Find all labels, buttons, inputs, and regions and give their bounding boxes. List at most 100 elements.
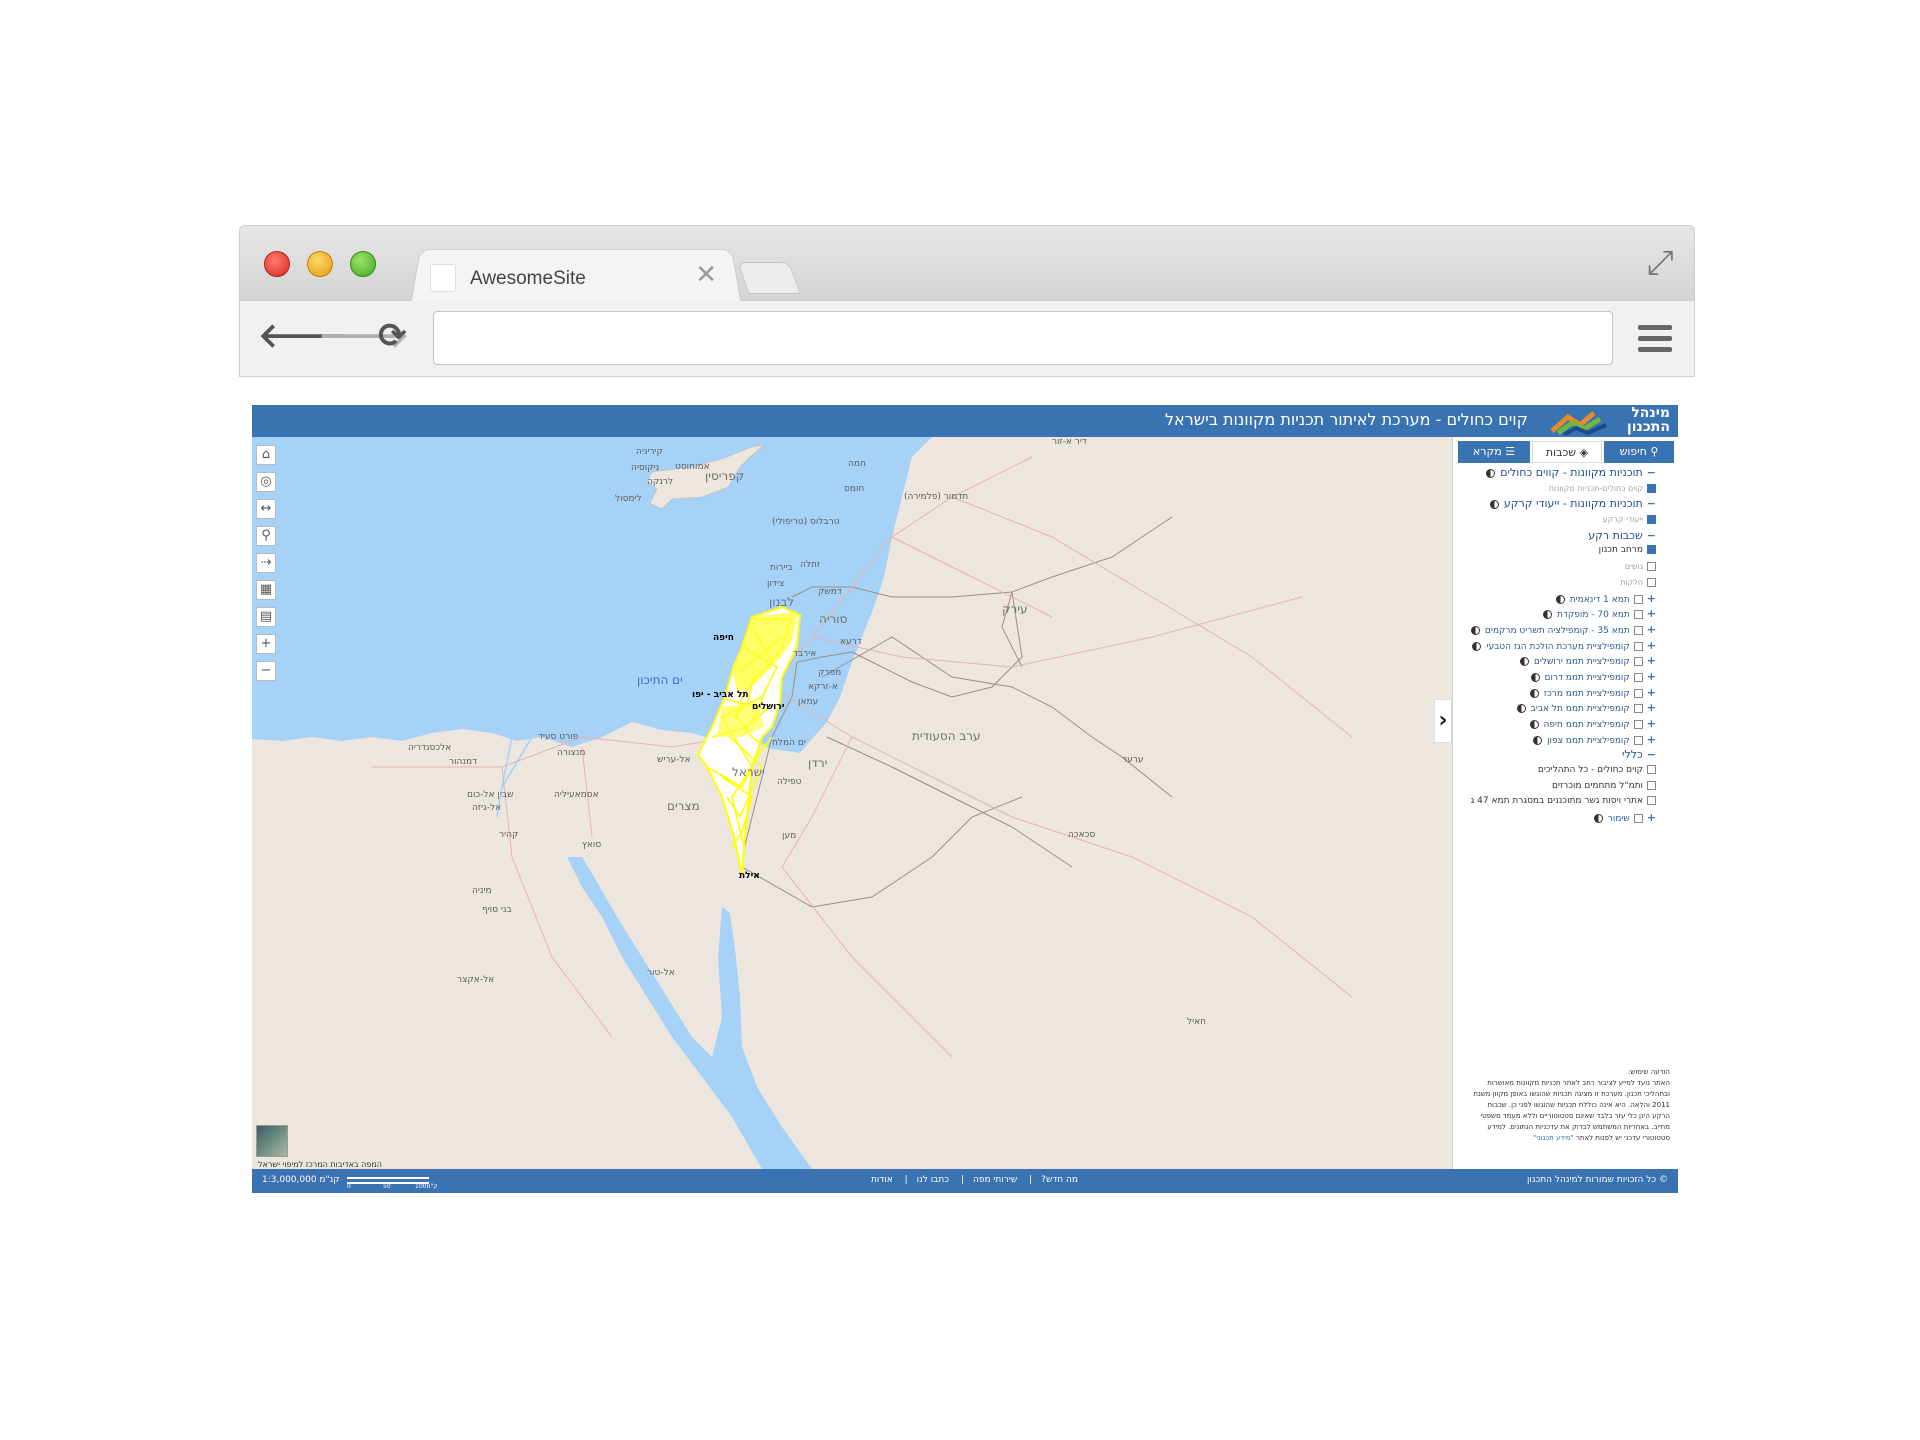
- measure-icon[interactable]: ↔: [256, 499, 276, 519]
- layer-tree-row[interactable]: + תמא 1 דינאמית: [1456, 591, 1656, 607]
- opacity-icon[interactable]: [1543, 610, 1553, 620]
- new-tab-button[interactable]: [737, 262, 801, 294]
- collapse-icon[interactable]: −: [1647, 497, 1656, 510]
- layer-tree-row[interactable]: −תוכניות מקוונות - קווים כחולים: [1456, 465, 1656, 481]
- expand-icon[interactable]: +: [1647, 717, 1656, 730]
- layer-tree-row[interactable]: + קומפילציית תממ צפון: [1456, 732, 1656, 748]
- expand-icon[interactable]: +: [1647, 639, 1656, 652]
- layer-tree-row[interactable]: −כללי: [1456, 747, 1656, 763]
- maximize-window-button[interactable]: [350, 251, 376, 277]
- opacity-icon[interactable]: [1555, 594, 1565, 604]
- expand-icon[interactable]: +: [1647, 670, 1656, 683]
- panel-toggle-chevron-icon[interactable]: ›: [1434, 699, 1452, 743]
- expand-icon[interactable]: +: [1647, 686, 1656, 699]
- layer-tree-row[interactable]: −שכבות רקע: [1456, 528, 1656, 544]
- expand-icon[interactable]: +: [1647, 623, 1656, 636]
- layer-checkbox[interactable]: [1647, 483, 1656, 493]
- tab-close-icon[interactable]: ✕: [695, 262, 717, 288]
- footer-link-whats-new[interactable]: מה חדש?: [1041, 1175, 1078, 1185]
- layer-tree-row[interactable]: −תוכניות מקוונות - ייעודי קרקע: [1456, 496, 1656, 512]
- layer-tree-row[interactable]: קוים כחולים - כל התהליכים: [1456, 763, 1656, 779]
- locate-icon[interactable]: ◎: [256, 472, 276, 492]
- reload-button[interactable]: ⟳: [378, 319, 407, 353]
- layer-checkbox[interactable]: [1633, 720, 1643, 729]
- layer-tree-row[interactable]: גושים: [1456, 559, 1656, 575]
- browser-menu-icon[interactable]: [1638, 325, 1672, 353]
- footer-link-map-services[interactable]: שירותי מפה: [973, 1175, 1017, 1185]
- layer-tree-row[interactable]: ותמ"ל מתחמים מוכרזים: [1456, 779, 1656, 795]
- tab-legend[interactable]: ☰ מקרא: [1458, 441, 1530, 463]
- opacity-icon[interactable]: [1530, 672, 1540, 682]
- footer-link-contact[interactable]: כתבו לנו: [917, 1175, 949, 1185]
- layer-tree-row[interactable]: + שימור: [1456, 810, 1656, 826]
- layer-checkbox[interactable]: [1633, 625, 1643, 635]
- layer-checkbox[interactable]: [1633, 610, 1643, 620]
- minimize-window-button[interactable]: [307, 251, 333, 277]
- export-icon[interactable]: ▤: [256, 607, 276, 627]
- layer-tree-row[interactable]: + תמא 70 - מופקדת: [1456, 606, 1656, 622]
- notice-link[interactable]: "מידע תכנוני": [1533, 1134, 1574, 1142]
- browser-tab[interactable]: AwesomeSite ✕: [425, 248, 735, 302]
- layer-tree-row[interactable]: קוים כחולים-תכניות מקוונות: [1456, 481, 1656, 497]
- layer-tree-row[interactable]: + קומפילציית תממ תל אביב: [1456, 700, 1656, 716]
- layer-tree-row[interactable]: חלקות: [1456, 575, 1656, 591]
- print-icon[interactable]: ▦: [256, 580, 276, 600]
- tab-layers[interactable]: ◈ שכבות: [1532, 441, 1602, 463]
- opacity-icon[interactable]: [1529, 720, 1539, 729]
- opacity-icon[interactable]: [1516, 704, 1526, 714]
- layer-checkbox[interactable]: [1633, 704, 1643, 714]
- expand-icon[interactable]: +: [1647, 654, 1656, 667]
- collapse-icon[interactable]: −: [1647, 466, 1656, 479]
- zoom-in-icon[interactable]: +: [256, 634, 276, 654]
- opacity-icon[interactable]: [1470, 625, 1480, 635]
- opacity-icon[interactable]: [1472, 641, 1482, 651]
- layer-checkbox[interactable]: [1647, 562, 1656, 572]
- expand-icon[interactable]: +: [1647, 733, 1656, 746]
- layer-tree-row[interactable]: + תמא 35 - קומפילציה תשריט מרקמים: [1456, 622, 1656, 638]
- zoom-out-icon[interactable]: −: [256, 661, 276, 681]
- layer-checkbox[interactable]: [1633, 641, 1643, 651]
- layer-tree-row[interactable]: + קומפילציית תממ חיפה: [1456, 716, 1656, 732]
- basemap-switcher[interactable]: [256, 1125, 288, 1157]
- layer-checkbox[interactable]: [1633, 594, 1643, 604]
- expand-icon[interactable]: +: [1647, 701, 1656, 714]
- layer-checkbox[interactable]: [1647, 545, 1656, 555]
- layer-tree-row[interactable]: + קומפילציית תממ ירושלים: [1456, 653, 1656, 669]
- layer-tree-row[interactable]: אתרי ויסות גשר מתוכננים במסגרת תמא 47 ג: [1456, 794, 1656, 810]
- layer-checkbox[interactable]: [1633, 657, 1643, 667]
- layer-tree-row[interactable]: מרחב תכנון: [1456, 543, 1656, 559]
- tab-search[interactable]: ⚲ חיפוש: [1604, 441, 1674, 463]
- layer-checkbox[interactable]: [1633, 735, 1643, 745]
- route-icon[interactable]: ⇢: [256, 553, 276, 573]
- collapse-icon[interactable]: −: [1647, 748, 1656, 761]
- home-icon[interactable]: ⌂: [256, 445, 276, 465]
- layer-checkbox[interactable]: [1647, 515, 1656, 525]
- map-view[interactable]: קפריסין ים התיכון ניקוסיה אמוחוסט קיריני…: [252, 437, 1452, 1169]
- layer-tree-row[interactable]: + קומפילציית תממ מרכז: [1456, 685, 1656, 701]
- opacity-icon[interactable]: [1489, 499, 1499, 509]
- planning-administration-logo[interactable]: מינהל התכנון: [1550, 405, 1670, 437]
- expand-icon[interactable]: +: [1647, 811, 1656, 824]
- layer-tree-row[interactable]: + קומפילציית מערכת הולכת הגז הטבעי: [1456, 638, 1656, 654]
- layer-tree-row[interactable]: ייעודי קרקע: [1456, 512, 1656, 528]
- expand-icon[interactable]: +: [1647, 607, 1656, 620]
- layer-checkbox[interactable]: [1647, 765, 1656, 775]
- collapse-icon[interactable]: −: [1647, 529, 1656, 542]
- layer-checkbox[interactable]: [1633, 814, 1643, 824]
- opacity-icon[interactable]: [1519, 657, 1529, 667]
- layer-checkbox[interactable]: [1633, 688, 1643, 698]
- opacity-icon[interactable]: [1486, 468, 1496, 478]
- fullscreen-icon[interactable]: ⤢: [1647, 246, 1674, 280]
- layer-tree-row[interactable]: + קומפילציית תממ דרום: [1456, 669, 1656, 685]
- layer-checkbox[interactable]: [1647, 577, 1656, 587]
- footer-link-about[interactable]: אודות: [871, 1175, 893, 1185]
- layer-checkbox[interactable]: [1647, 796, 1656, 806]
- address-bar[interactable]: [433, 311, 1613, 365]
- layer-checkbox[interactable]: [1633, 672, 1643, 682]
- opacity-icon[interactable]: [1533, 735, 1543, 745]
- expand-icon[interactable]: +: [1647, 592, 1656, 605]
- identify-icon[interactable]: ⚲: [256, 526, 276, 546]
- opacity-icon[interactable]: [1529, 688, 1539, 698]
- close-window-button[interactable]: [264, 251, 290, 277]
- layer-checkbox[interactable]: [1647, 780, 1656, 790]
